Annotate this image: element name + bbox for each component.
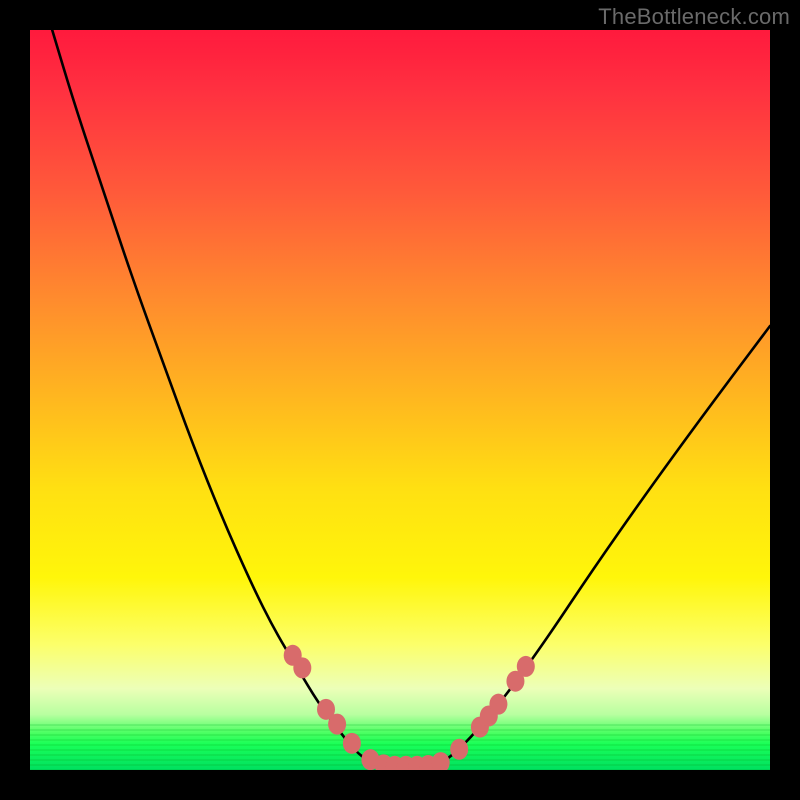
curve-marker: [328, 714, 346, 735]
bottleneck-curve-svg: [30, 30, 770, 770]
curve-marker: [450, 739, 468, 760]
bottleneck-curve: [52, 30, 770, 768]
curve-marker: [343, 733, 361, 754]
chart-frame: TheBottleneck.com: [0, 0, 800, 800]
marker-group: [284, 645, 535, 770]
watermark-text: TheBottleneck.com: [598, 4, 790, 30]
curve-marker: [293, 657, 311, 678]
curve-marker: [517, 656, 535, 677]
curve-marker: [489, 694, 507, 715]
plot-area: [30, 30, 770, 770]
curve-marker: [432, 752, 450, 770]
